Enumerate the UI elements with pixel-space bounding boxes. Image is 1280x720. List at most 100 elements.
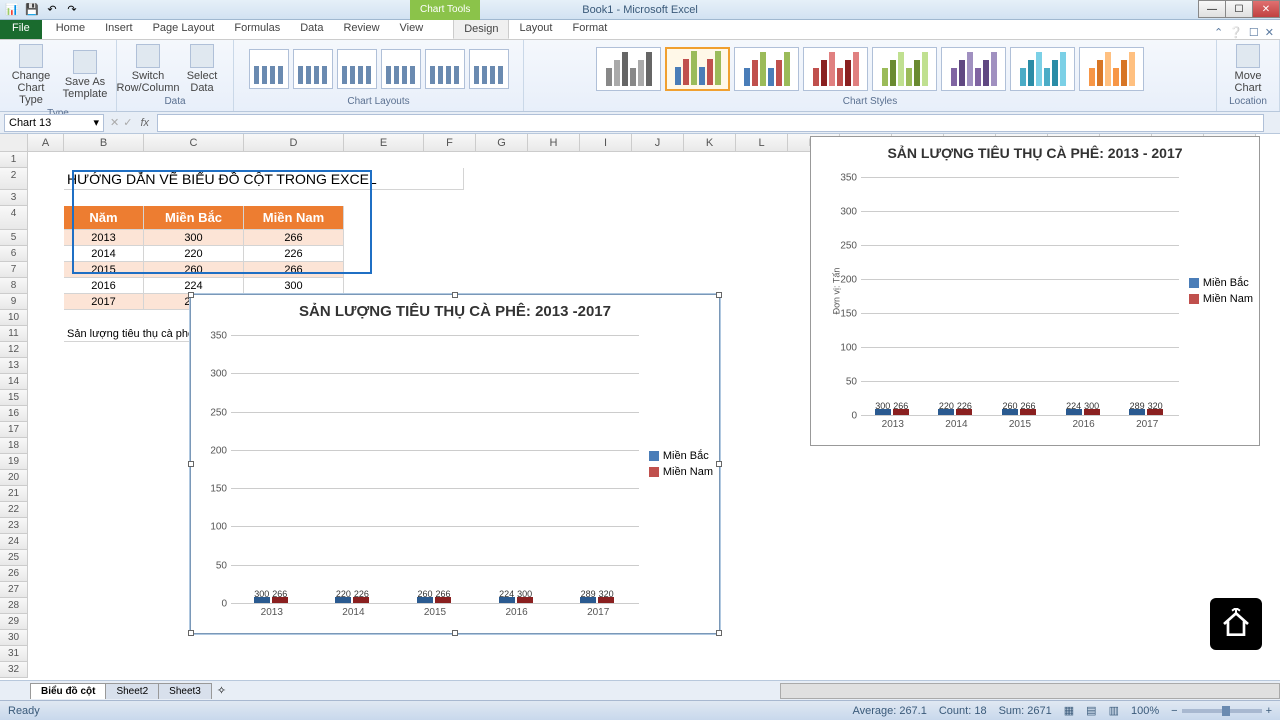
- chart-title[interactable]: SẢN LƯỢNG TIÊU THỤ CÀ PHÊ: 2013 -2017: [191, 295, 719, 324]
- sheet-tab-1[interactable]: Biểu đồ cột: [30, 683, 106, 699]
- cancel-icon[interactable]: ✕: [110, 116, 119, 129]
- row-header[interactable]: 22: [0, 502, 28, 518]
- tab-layout[interactable]: Layout: [509, 19, 562, 39]
- tab-format[interactable]: Format: [562, 19, 617, 39]
- cell[interactable]: 226: [244, 246, 344, 262]
- row-header[interactable]: 6: [0, 246, 28, 262]
- row-header[interactable]: 27: [0, 582, 28, 598]
- column-header[interactable]: B: [64, 134, 144, 152]
- row-header[interactable]: 12: [0, 342, 28, 358]
- row-header[interactable]: 10: [0, 310, 28, 326]
- chart-layout-thumbnail[interactable]: [425, 49, 465, 89]
- chart-layout-thumbnail[interactable]: [293, 49, 333, 89]
- file-tab[interactable]: File: [0, 19, 42, 39]
- column-header[interactable]: C: [144, 134, 244, 152]
- switch-row-column-button[interactable]: Switch Row/Column: [123, 42, 173, 96]
- column-header[interactable]: L: [736, 134, 788, 152]
- view-normal-icon[interactable]: ▦: [1064, 704, 1074, 717]
- cell[interactable]: 266: [244, 262, 344, 278]
- row-header[interactable]: 25: [0, 550, 28, 566]
- chart-plot-area[interactable]: 0501001502002503003503002662013220226201…: [861, 177, 1179, 415]
- chart-legend[interactable]: Miền BắcMiền Nam: [649, 446, 713, 482]
- name-box[interactable]: Chart 13▾: [4, 114, 104, 132]
- chart-style-thumbnail[interactable]: [596, 47, 661, 91]
- select-data-button[interactable]: Select Data: [177, 42, 227, 96]
- chart-layout-thumbnail[interactable]: [469, 49, 509, 89]
- row-header[interactable]: 11: [0, 326, 28, 342]
- row-header[interactable]: 9: [0, 294, 28, 310]
- minimize-button[interactable]: —: [1198, 0, 1226, 18]
- row-header[interactable]: 26: [0, 566, 28, 582]
- tab-page-layout[interactable]: Page Layout: [143, 19, 225, 39]
- column-header[interactable]: I: [580, 134, 632, 152]
- row-header[interactable]: 16: [0, 406, 28, 422]
- row-header[interactable]: 30: [0, 630, 28, 646]
- close-button[interactable]: ✕: [1252, 0, 1280, 18]
- chart-main[interactable]: SẢN LƯỢNG TIÊU THỤ CÀ PHÊ: 2013 -2017 05…: [190, 294, 720, 634]
- chart-layout-thumbnail[interactable]: [337, 49, 377, 89]
- chart-secondary[interactable]: SẢN LƯỢNG TIÊU THỤ CÀ PHÊ: 2013 - 2017 Đ…: [810, 136, 1260, 446]
- select-all-corner[interactable]: [0, 134, 28, 152]
- row-header[interactable]: 2: [0, 168, 28, 190]
- change-chart-type-button[interactable]: Change Chart Type: [6, 42, 56, 108]
- tab-formulas[interactable]: Formulas: [224, 19, 290, 39]
- cell[interactable]: 2014: [64, 246, 144, 262]
- cell[interactable]: 266: [244, 230, 344, 246]
- chart-plot-area[interactable]: 0501001502002503003503002662013220226201…: [231, 335, 639, 603]
- row-header[interactable]: 28: [0, 598, 28, 614]
- home-badge-icon[interactable]: [1210, 598, 1262, 650]
- move-chart-button[interactable]: Move Chart: [1223, 42, 1273, 96]
- row-header[interactable]: 5: [0, 230, 28, 246]
- undo-icon[interactable]: ↶: [44, 2, 60, 18]
- column-header[interactable]: K: [684, 134, 736, 152]
- tab-data[interactable]: Data: [290, 19, 333, 39]
- column-header[interactable]: A: [28, 134, 64, 152]
- chart-style-thumbnail[interactable]: [665, 47, 730, 91]
- chart-style-thumbnail[interactable]: [803, 47, 868, 91]
- cell[interactable]: 220: [144, 246, 244, 262]
- row-header[interactable]: 17: [0, 422, 28, 438]
- tab-design[interactable]: Design: [453, 19, 509, 39]
- sheet-tab-2[interactable]: Sheet2: [105, 683, 159, 699]
- zoom-slider[interactable]: −+: [1171, 705, 1272, 717]
- row-header[interactable]: 7: [0, 262, 28, 278]
- row-header[interactable]: 18: [0, 438, 28, 454]
- view-page-break-icon[interactable]: ▥: [1109, 704, 1119, 717]
- cell[interactable]: 2015: [64, 262, 144, 278]
- column-header[interactable]: F: [424, 134, 476, 152]
- row-header[interactable]: 13: [0, 358, 28, 374]
- cell[interactable]: 2016: [64, 278, 144, 294]
- save-as-template-button[interactable]: Save As Template: [60, 48, 110, 102]
- row-header[interactable]: 8: [0, 278, 28, 294]
- row-header[interactable]: 4: [0, 206, 28, 230]
- zoom-level[interactable]: 100%: [1131, 705, 1159, 717]
- column-header[interactable]: J: [632, 134, 684, 152]
- row-header[interactable]: 29: [0, 614, 28, 630]
- cell[interactable]: Năm: [64, 206, 144, 230]
- row-header[interactable]: 24: [0, 534, 28, 550]
- chart-style-thumbnail[interactable]: [1010, 47, 1075, 91]
- save-icon[interactable]: 💾: [24, 2, 40, 18]
- cell[interactable]: 300: [144, 230, 244, 246]
- cell[interactable]: 2017: [64, 294, 144, 310]
- chart-style-thumbnail[interactable]: [941, 47, 1006, 91]
- row-header[interactable]: 3: [0, 190, 28, 206]
- row-header[interactable]: 14: [0, 374, 28, 390]
- row-header[interactable]: 1: [0, 152, 28, 168]
- chart-title[interactable]: SẢN LƯỢNG TIÊU THỤ CÀ PHÊ: 2013 - 2017: [811, 137, 1259, 165]
- tab-view[interactable]: View: [390, 19, 434, 39]
- minimize-ribbon-icon[interactable]: ⌃: [1214, 26, 1223, 39]
- tab-home[interactable]: Home: [46, 19, 95, 39]
- tab-review[interactable]: Review: [333, 19, 389, 39]
- row-header[interactable]: 23: [0, 518, 28, 534]
- cell[interactable]: Miền Bắc: [144, 206, 244, 230]
- column-header[interactable]: D: [244, 134, 344, 152]
- row-header[interactable]: 32: [0, 662, 28, 678]
- column-header[interactable]: E: [344, 134, 424, 152]
- row-header[interactable]: 19: [0, 454, 28, 470]
- fx-icon[interactable]: fx: [140, 117, 149, 129]
- enter-icon[interactable]: ✓: [123, 116, 132, 129]
- help-icon[interactable]: ❔: [1229, 26, 1243, 39]
- new-sheet-icon[interactable]: ✧: [217, 684, 226, 697]
- cell[interactable]: HƯỚNG DẪN VẼ BIỂU ĐỒ CỘT TRONG EXCEL: [64, 168, 464, 190]
